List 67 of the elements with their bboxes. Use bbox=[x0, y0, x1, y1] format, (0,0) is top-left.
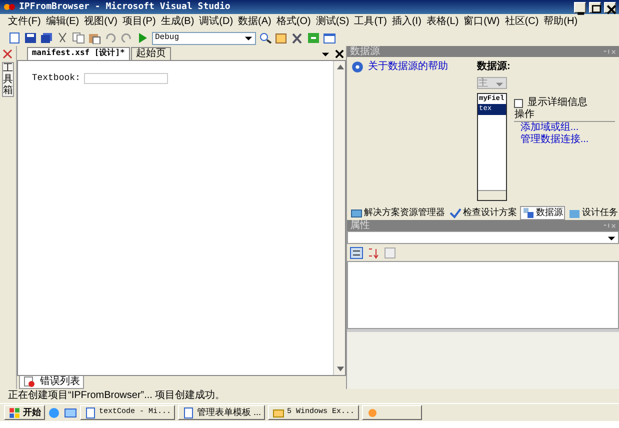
configuration-dropdown[interactable]: Debug bbox=[152, 32, 256, 44]
categorized-icon[interactable] bbox=[350, 246, 363, 258]
folder-icon bbox=[272, 406, 286, 418]
document-icon bbox=[84, 406, 97, 418]
menu-item[interactable]: 格式(O) bbox=[274, 16, 313, 28]
help-link[interactable]: 关于数据源的帮助 bbox=[368, 61, 448, 73]
solution-explorer-icon bbox=[350, 206, 363, 218]
menu-item[interactable]: 表格(L) bbox=[424, 16, 461, 28]
menu-item[interactable]: 帮助(H) bbox=[542, 16, 580, 28]
save-icon[interactable] bbox=[24, 32, 37, 44]
taskbar-button[interactable]: 管理表单模板 ... bbox=[178, 405, 266, 420]
menu-item[interactable]: 数据(A) bbox=[236, 16, 274, 28]
document-tab[interactable]: manifest.xsf [设计]* bbox=[26, 47, 130, 60]
taskbar-button[interactable] bbox=[362, 405, 422, 420]
sort-alphabetical-icon[interactable] bbox=[367, 246, 380, 258]
menu-item[interactable]: 插入(I) bbox=[390, 16, 424, 28]
menu-item[interactable]: 社区(C) bbox=[502, 16, 541, 28]
search-icon[interactable] bbox=[259, 32, 272, 44]
panel-title: 属性 bbox=[350, 220, 370, 231]
menu-item[interactable]: 调试(D) bbox=[197, 16, 236, 28]
document-icon bbox=[182, 406, 196, 418]
field-label: Textbook: bbox=[32, 73, 80, 84]
save-all-icon[interactable] bbox=[40, 32, 53, 44]
app-logo-icon bbox=[3, 1, 16, 13]
panel-tab[interactable]: 检查设计方案 bbox=[448, 206, 518, 218]
text-input-field[interactable] bbox=[84, 73, 168, 84]
window-icon[interactable] bbox=[323, 32, 336, 44]
details-checkbox[interactable] bbox=[514, 98, 524, 108]
data-source-icon bbox=[522, 206, 535, 218]
toolbox-icon bbox=[1, 48, 14, 60]
windows-logo-icon bbox=[8, 406, 21, 418]
copy-icon[interactable] bbox=[72, 32, 85, 44]
checkbox-label: 显示详细信息 bbox=[527, 97, 588, 109]
check-icon bbox=[449, 206, 462, 218]
horizontal-scrollbar[interactable] bbox=[478, 190, 506, 200]
source-label: 数据源: bbox=[477, 61, 510, 73]
cut-icon[interactable] bbox=[56, 32, 69, 44]
panel-title: 数据源 bbox=[350, 46, 380, 57]
menu-item[interactable]: 编辑(E) bbox=[44, 16, 82, 28]
action-link[interactable]: 添加域或组... bbox=[514, 122, 615, 134]
error-list-tab[interactable]: 错误列表 bbox=[18, 376, 84, 389]
new-project-icon[interactable] bbox=[8, 32, 21, 44]
toolbox-tab[interactable]: 工具箱 bbox=[2, 62, 14, 97]
actions-heading: 操作 bbox=[514, 109, 615, 122]
start-button[interactable]: 开始 bbox=[4, 405, 45, 420]
menu-item[interactable]: 视图(V) bbox=[82, 16, 120, 28]
menu-item[interactable]: 生成(B) bbox=[158, 16, 196, 28]
properties-icon[interactable] bbox=[275, 32, 288, 44]
menu-item[interactable]: 项目(P) bbox=[120, 16, 158, 28]
browser-icon bbox=[366, 406, 379, 418]
window-title: IPFromBrowser - Microsoft Visual Studio bbox=[19, 2, 232, 12]
paste-icon[interactable] bbox=[88, 32, 101, 44]
help-icon bbox=[351, 61, 364, 73]
action-link[interactable]: 管理数据连接... bbox=[514, 134, 615, 146]
panel-tab[interactable]: 数据源 bbox=[520, 206, 565, 220]
close-icon[interactable] bbox=[333, 48, 346, 60]
play-icon[interactable] bbox=[136, 32, 149, 44]
menu-item[interactable]: 测试(S) bbox=[314, 16, 352, 28]
panel-tab[interactable]: 设计任务 bbox=[567, 206, 619, 218]
panel-tab[interactable]: 解决方案资源管理器 bbox=[349, 206, 446, 218]
status-text: 正在创建项目“IPFromBrowser”... 项目创建成功。 bbox=[7, 389, 226, 403]
menu-item[interactable]: 文件(F) bbox=[6, 16, 43, 28]
menu-item[interactable]: 窗口(W) bbox=[462, 16, 502, 28]
document-tab[interactable]: 起始页 bbox=[130, 47, 171, 60]
vertical-scrollbar[interactable] bbox=[333, 61, 345, 375]
menu-item[interactable]: 工具(T) bbox=[352, 16, 389, 28]
desktop-icon[interactable] bbox=[64, 406, 77, 418]
